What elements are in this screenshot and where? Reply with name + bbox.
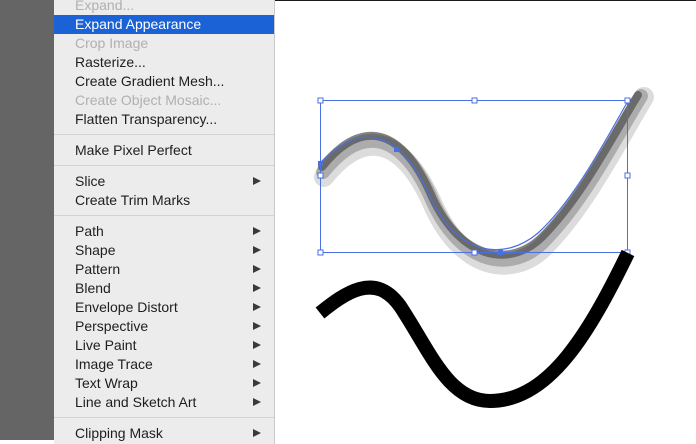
submenu-arrow-icon (253, 398, 261, 406)
submenu-arrow-icon (253, 265, 261, 273)
menu-item-blend[interactable]: Blend (54, 279, 274, 298)
menu-item-create-gradient-mesh[interactable]: Create Gradient Mesh... (54, 72, 274, 91)
menu-item-label: Crop Image (75, 35, 149, 51)
menu-item-label: Live Paint (75, 337, 137, 353)
submenu-arrow-icon (253, 227, 261, 235)
menu-item-slice[interactable]: Slice (54, 172, 274, 191)
workspace-background (0, 0, 54, 440)
object-menu-dropdown: Expand... Expand Appearance Crop Image R… (54, 0, 275, 444)
menu-item-expand[interactable]: Expand... (54, 0, 274, 15)
menu-item-label: Create Gradient Mesh... (75, 73, 225, 89)
menu-item-pattern[interactable]: Pattern (54, 260, 274, 279)
menu-item-label: Slice (75, 173, 106, 189)
anchor-point[interactable] (318, 161, 323, 166)
menu-item-line-and-sketch-art[interactable]: Line and Sketch Art (54, 393, 274, 412)
menu-item-rasterize[interactable]: Rasterize... (54, 53, 274, 72)
menu-item-text-wrap[interactable]: Text Wrap (54, 374, 274, 393)
menu-item-label: Text Wrap (75, 375, 138, 391)
anchor-point[interactable] (498, 250, 503, 255)
submenu-arrow-icon (253, 322, 261, 330)
menu-item-create-trim-marks[interactable]: Create Trim Marks (54, 191, 274, 210)
menu-item-label: Perspective (75, 318, 149, 334)
menu-item-label: Expand Appearance (75, 16, 202, 32)
menu-separator (54, 129, 274, 141)
menu-item-expand-appearance[interactable]: Expand Appearance (54, 15, 274, 34)
menu-item-path[interactable]: Path (54, 222, 274, 241)
menu-item-make-pixel-perfect[interactable]: Make Pixel Perfect (54, 141, 274, 160)
submenu-arrow-icon (253, 429, 261, 437)
menu-separator (54, 210, 274, 222)
menu-item-envelope-distort[interactable]: Envelope Distort (54, 298, 274, 317)
menu-item-label: Create Object Mosaic... (75, 92, 222, 108)
menu-item-clipping-mask[interactable]: Clipping Mask (54, 424, 274, 443)
submenu-arrow-icon (253, 341, 261, 349)
submenu-arrow-icon (253, 360, 261, 368)
menu-separator (54, 412, 274, 424)
menu-item-create-object-mosaic[interactable]: Create Object Mosaic... (54, 91, 274, 110)
menu-item-label: Line and Sketch Art (75, 394, 197, 410)
menu-item-label: Clipping Mask (75, 425, 163, 441)
menu-item-label: Make Pixel Perfect (75, 142, 192, 158)
submenu-arrow-icon (253, 303, 261, 311)
artwork (314, 87, 654, 409)
anchor-point[interactable] (394, 147, 399, 152)
resize-handle-bottom-left[interactable] (317, 249, 324, 256)
resize-handle-bottom-middle[interactable] (471, 249, 478, 256)
menu-item-label: Pattern (75, 261, 121, 277)
submenu-arrow-icon (253, 177, 261, 185)
menu-item-label: Create Trim Marks (75, 192, 191, 208)
resize-handle-top-left[interactable] (317, 97, 324, 104)
resize-handle-middle-left[interactable] (317, 172, 324, 179)
menu-item-image-trace[interactable]: Image Trace (54, 355, 274, 374)
submenu-arrow-icon (253, 379, 261, 387)
menu-item-label: Envelope Distort (75, 299, 178, 315)
menu-item-label: Expand... (75, 0, 135, 13)
menu-item-label: Path (75, 223, 104, 239)
menu-item-live-paint[interactable]: Live Paint (54, 336, 274, 355)
menu-item-label: Image Trace (75, 356, 153, 372)
menu-item-label: Rasterize... (75, 54, 146, 70)
brush-stroke-path[interactable] (314, 87, 654, 275)
submenu-arrow-icon (253, 246, 261, 254)
resize-handle-middle-right[interactable] (624, 172, 631, 179)
menu-item-perspective[interactable]: Perspective (54, 317, 274, 336)
black-stroke-path[interactable] (315, 249, 635, 409)
resize-handle-top-right[interactable] (624, 97, 631, 104)
menu-separator (54, 160, 274, 172)
menu-item-shape[interactable]: Shape (54, 241, 274, 260)
artboard-canvas[interactable] (275, 0, 696, 440)
menu-item-flatten-transparency[interactable]: Flatten Transparency... (54, 110, 274, 129)
menu-item-label: Flatten Transparency... (75, 111, 218, 127)
menu-item-label: Blend (75, 280, 111, 296)
menu-item-crop-image[interactable]: Crop Image (54, 34, 274, 53)
resize-handle-top-middle[interactable] (471, 97, 478, 104)
menu-item-label: Shape (75, 242, 116, 258)
submenu-arrow-icon (253, 284, 261, 292)
